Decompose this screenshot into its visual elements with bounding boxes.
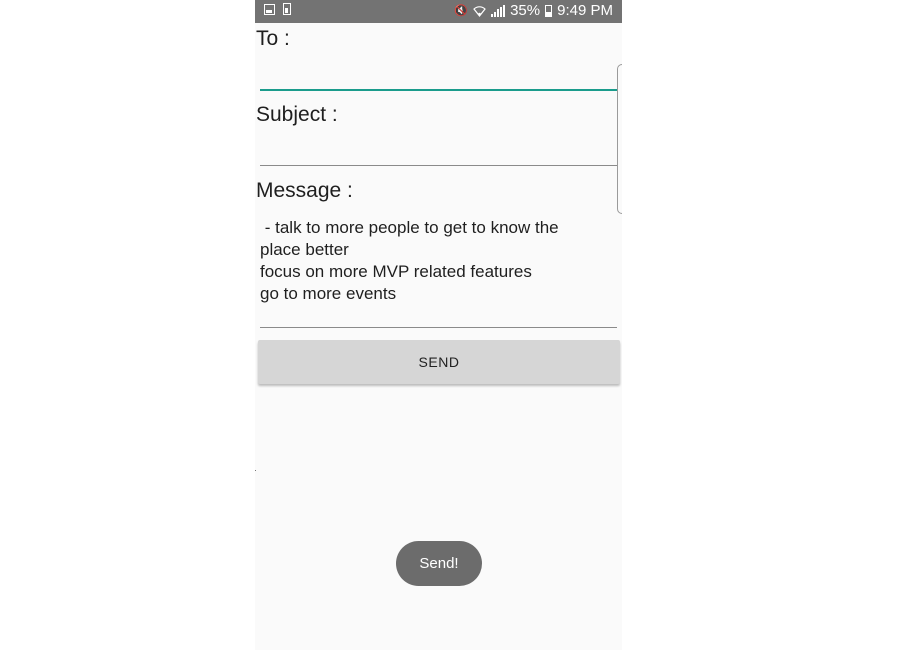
to-label: To : (256, 27, 290, 50)
wifi-icon (473, 5, 486, 17)
to-field[interactable] (260, 89, 617, 91)
status-right-icons: 🔇 35% 9:49 PM (454, 2, 613, 19)
gallery-icon (264, 4, 275, 15)
status-left-icons (264, 3, 291, 15)
subject-label: Subject : (256, 103, 338, 126)
toast-message: Send! (396, 541, 482, 586)
message-label: Message : (256, 179, 353, 202)
message-field-underline (260, 327, 617, 328)
phone-screen: 🔇 35% 9:49 PM To : Subject : Message : -… (255, 0, 622, 650)
clock: 9:49 PM (557, 2, 613, 19)
side-scroll-edge (617, 64, 622, 214)
battery-percent: 35% (510, 2, 541, 19)
signal-icon (491, 4, 506, 17)
divider-dot (255, 470, 256, 471)
toast-text: Send! (419, 555, 459, 572)
subject-field[interactable] (260, 165, 617, 166)
message-field[interactable]: - talk to more people to get to know the… (260, 217, 610, 305)
send-button[interactable]: SEND (258, 340, 620, 384)
mute-icon: 🔇 (454, 5, 469, 17)
battery-icon (545, 4, 553, 17)
battery-saver-icon (283, 3, 291, 15)
status-bar: 🔇 35% 9:49 PM (255, 0, 622, 23)
